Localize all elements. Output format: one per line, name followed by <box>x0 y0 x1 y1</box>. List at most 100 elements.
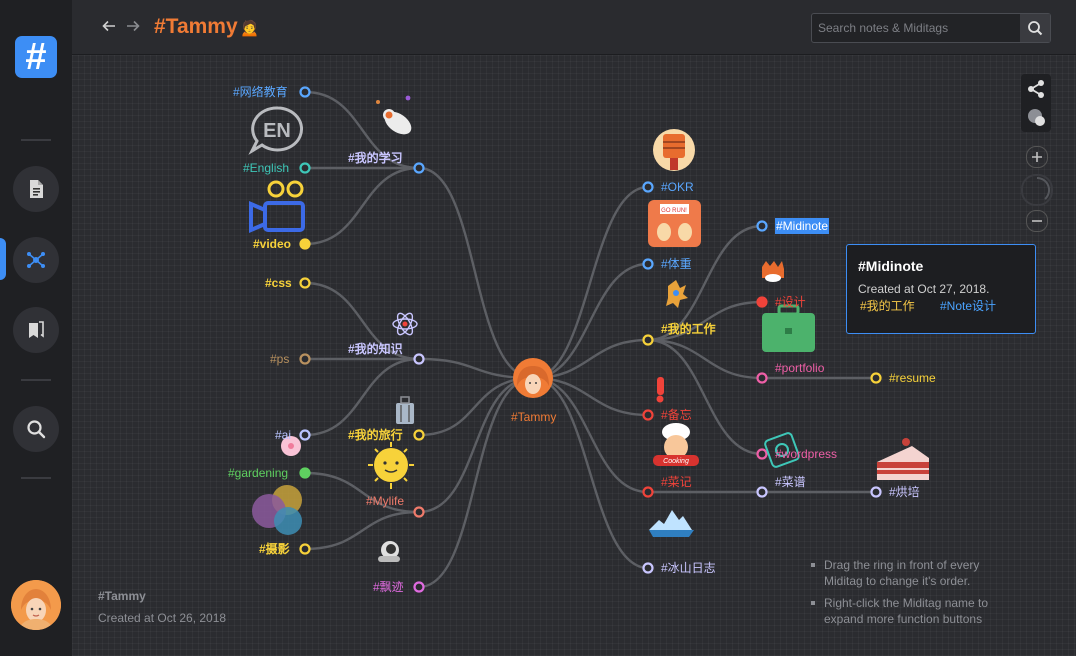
tag-label-bingshan[interactable]: #冰山日志 <box>661 561 716 575</box>
tag-ring-bingshan[interactable] <box>642 562 654 574</box>
tag-label-hongbei[interactable]: #烘培 <box>889 485 920 499</box>
tag-label-mylife[interactable]: #Mylife <box>366 494 404 508</box>
tag-label-beiwang[interactable]: #备忘 <box>661 408 692 422</box>
search-box <box>811 13 1051 43</box>
graph-icon <box>27 252 45 268</box>
monster-icon <box>762 261 784 282</box>
tooltip-tag-2[interactable]: #Note设计 <box>940 297 996 314</box>
luggage-icon <box>396 396 414 424</box>
tag-label-ai[interactable]: #ai <box>275 428 291 442</box>
user-avatar[interactable] <box>11 580 61 630</box>
tag-label-piaoji[interactable]: #飘迹 <box>373 580 404 594</box>
en-bubble-icon: EN <box>248 106 304 155</box>
search-button[interactable] <box>1020 14 1050 42</box>
sidebar-item-notes[interactable] <box>13 166 59 212</box>
app-logo[interactable]: # <box>15 36 57 78</box>
zoom-in-button[interactable] <box>1026 146 1048 168</box>
topbar: #Tammy 🙍 <box>72 0 1076 55</box>
tag-label-ps[interactable]: #ps <box>270 352 289 366</box>
tag-ring-caipu[interactable] <box>756 486 768 498</box>
sidebar-item-mindmap[interactable] <box>13 237 59 283</box>
back-button[interactable] <box>98 16 120 38</box>
paint-splash-icon <box>666 280 688 308</box>
share-button[interactable] <box>1026 79 1046 104</box>
tag-label-wordpress[interactable]: #wordpress <box>775 447 837 461</box>
exclamation-icon <box>656 377 664 403</box>
tag-label-css[interactable]: #css <box>265 276 292 290</box>
zoom-in-icon <box>1032 152 1042 162</box>
chef-icon: Cooking <box>653 423 699 466</box>
theme-icon <box>1028 109 1045 126</box>
tag-ring-video[interactable] <box>299 238 311 250</box>
tag-ring-okr[interactable] <box>642 181 654 193</box>
sidebar-divider <box>21 379 51 381</box>
sidebar-divider <box>21 477 51 479</box>
tag-label-caiji[interactable]: #菜记 <box>661 475 692 489</box>
tag-ring-sheying[interactable] <box>299 543 311 555</box>
tag-tooltip: #Midinote Created at Oct 27, 2018. #我的工作… <box>846 244 1036 334</box>
forward-button[interactable] <box>122 16 144 38</box>
tag-ring-hongbei[interactable] <box>870 486 882 498</box>
tag-ring-resume[interactable] <box>870 372 882 384</box>
tag-label-wodegongzuo[interactable]: #我的工作 <box>661 322 716 336</box>
scale-icon: GO RUN! <box>648 200 701 247</box>
iceberg-icon <box>649 510 694 537</box>
tag-label-midinote[interactable]: #Midinote <box>775 218 830 234</box>
tag-label-sheji[interactable]: #设计 <box>775 295 806 309</box>
search-icon <box>27 420 46 439</box>
search-input[interactable] <box>812 14 1029 42</box>
tag-ring-portfolio[interactable] <box>756 372 768 384</box>
tag-label-caipu[interactable]: #菜谱 <box>775 475 806 489</box>
tag-ring-midinote[interactable] <box>756 220 768 232</box>
tag-ring-css[interactable] <box>299 277 311 289</box>
tag-label-english[interactable]: #English <box>243 161 289 175</box>
tag-label-wodelvxing[interactable]: #我的旅行 <box>348 428 403 442</box>
tag-ring-wodezhishi[interactable] <box>413 353 425 365</box>
theme-button[interactable] <box>1026 107 1046 132</box>
tag-ring-wordpress[interactable] <box>756 448 768 460</box>
tag-ring-tizhong[interactable] <box>642 258 654 270</box>
tag-label-wangluo[interactable]: #网络教育 <box>233 85 288 99</box>
astronaut-small-icon <box>378 541 400 562</box>
footer-tag-name: #Tammy <box>98 589 146 603</box>
search-icon <box>1028 21 1043 36</box>
tag-label-wodezhishi[interactable]: #我的知识 <box>348 342 403 356</box>
tag-ring-piaoji[interactable] <box>413 581 425 593</box>
tag-ring-mylife[interactable] <box>413 506 425 518</box>
tag-ring-ps[interactable] <box>299 353 311 365</box>
tag-ring-wodelvxing[interactable] <box>413 429 425 441</box>
tag-ring-wodegongzuo[interactable] <box>642 334 654 346</box>
root-avatar[interactable] <box>513 358 553 398</box>
tag-ring-wangluo[interactable] <box>299 86 311 98</box>
tag-label-gardening[interactable]: #gardening <box>228 466 288 480</box>
fist-icon <box>653 129 695 171</box>
tag-label-portfolio[interactable]: #portfolio <box>775 361 824 375</box>
tag-label-wodexuexi[interactable]: #我的学习 <box>348 151 403 165</box>
sidebar-item-bookmarks[interactable] <box>13 307 59 353</box>
zoom-level-ring <box>1036 176 1051 200</box>
tag-label-tizhong[interactable]: #体重 <box>661 257 692 271</box>
zoom-slider[interactable] <box>1021 174 1053 206</box>
zoom-out-button[interactable] <box>1026 210 1048 232</box>
atom-icon <box>392 312 418 336</box>
tag-label-video[interactable]: #video <box>253 237 291 251</box>
tag-label-sheying[interactable]: #摄影 <box>259 542 290 556</box>
tag-ring-wodexuexi[interactable] <box>413 162 425 174</box>
sidebar-item-search[interactable] <box>13 406 59 452</box>
svg-text:GO RUN!: GO RUN! <box>661 208 687 214</box>
photo-collage-icon <box>252 485 302 535</box>
tag-ring-ai[interactable] <box>299 429 311 441</box>
svg-text:EN: EN <box>263 120 291 142</box>
arrow-right-icon <box>127 20 140 32</box>
tooltip-tag-1[interactable]: #我的工作 <box>860 297 915 314</box>
tag-ring-beiwang[interactable] <box>642 409 654 421</box>
tag-ring-caiji[interactable] <box>642 486 654 498</box>
tag-label-resume[interactable]: #resume <box>889 371 936 385</box>
document-icon <box>30 180 43 198</box>
tag-ring-english[interactable] <box>299 162 311 174</box>
tag-label-root[interactable]: #Tammy <box>511 410 556 424</box>
map-toolbox <box>1021 74 1051 132</box>
tag-label-okr[interactable]: #OKR <box>661 180 694 194</box>
tag-ring-gardening[interactable] <box>299 467 311 479</box>
tag-ring-sheji[interactable] <box>756 296 768 308</box>
